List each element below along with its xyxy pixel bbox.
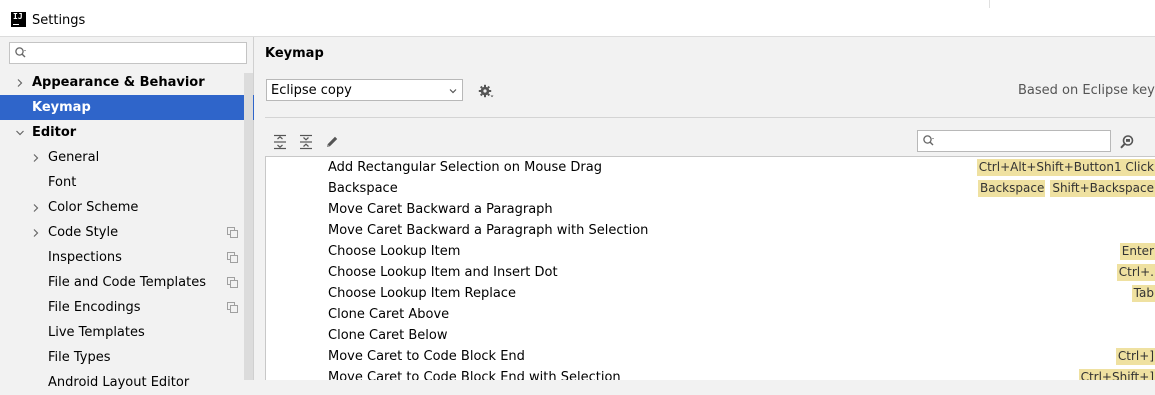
action-name: Choose Lookup Item [328,244,461,259]
table-row[interactable]: Move Caret Backward a Paragraph with Sel… [266,220,1155,241]
sidebar-item[interactable]: Editor [0,120,254,145]
page-title: Keymap [265,46,324,61]
sidebar-item[interactable]: Code Style [0,220,254,245]
sidebar-item-label: File Encodings [48,300,141,315]
chevron-down-icon[interactable] [15,128,25,138]
sidebar-item-label: File and Code Templates [48,275,206,290]
table-row[interactable]: Clone Caret Above [266,304,1155,325]
shortcut-list: Ctrl+Shift+] [1074,369,1155,380]
sidebar-item-label: Keymap [32,100,91,115]
shortcut-badge: Tab [1131,285,1155,302]
action-name: Clone Caret Below [328,328,448,343]
keymap-actions-table: Add Rectangular Selection on Mouse Drag C… [265,156,1155,380]
sidebar-item-label: Live Templates [48,325,145,340]
shortcut-list: Ctrl+] [1111,348,1155,365]
action-name: Backspace [328,181,398,196]
action-name: Move Caret Backward a Paragraph with Sel… [328,223,649,238]
sidebar-item-label: File Types [48,350,111,365]
action-name: Choose Lookup Item and Insert Dot [328,265,558,280]
shortcut-list: Ctrl+Alt+Shift+Button1 Click [972,159,1155,176]
title-bar: IJ Settings [0,0,1155,37]
sidebar-item-label: Color Scheme [48,200,139,215]
table-row[interactable]: Choose Lookup Item Enter [266,241,1155,262]
search-icon [15,47,26,58]
settings-search-input[interactable] [9,42,247,64]
collapse-all-icon[interactable] [298,134,314,150]
table-row[interactable]: Clone Caret Below [266,325,1155,346]
sidebar-item-label: Appearance & Behavior [32,75,205,90]
sidebar-item[interactable]: Color Scheme [0,195,254,220]
project-copy-icon [227,227,238,238]
shortcut-badge: Shift+Backspace [1050,180,1155,197]
sidebar-item[interactable]: File Types [0,345,254,370]
action-name: Clone Caret Above [328,307,450,322]
project-copy-icon [227,277,238,288]
action-name: Move Caret to Code Block End with Select… [328,370,621,380]
chevron-right-icon[interactable] [31,153,41,163]
action-name: Move Caret Backward a Paragraph [328,202,553,217]
settings-sidebar: Appearance & Behavior Keymap Editor General… [0,37,254,390]
keymap-filter-input[interactable] [917,130,1111,152]
sidebar-item-label: Code Style [48,225,119,240]
search-icon [923,135,934,146]
action-name: Move Caret to Code Block End [328,349,525,364]
gear-icon[interactable] [478,83,494,99]
sidebar-item[interactable]: Font [0,170,254,195]
sidebar-scrollbar[interactable] [244,73,253,380]
keymap-select-value: Eclipse copy [271,83,352,98]
window-title: Settings [32,13,86,28]
table-row[interactable]: Add Rectangular Selection on Mouse Drag C… [266,157,1155,178]
shortcut-badge: Ctrl+Alt+Shift+Button1 Click [976,159,1155,176]
sidebar-item[interactable]: Appearance & Behavior [0,70,254,95]
shortcut-list: Enter [1115,243,1155,260]
shortcut-badge: Backspace [977,180,1046,197]
sidebar-item[interactable]: General [0,145,254,170]
sidebar-item[interactable]: Inspections [0,245,254,270]
table-row[interactable]: Backspace Backspace Shift+Backspace [266,178,1155,199]
pencil-icon[interactable] [324,134,340,150]
table-row[interactable]: Move Caret to Code Block End Ctrl+] [266,346,1155,367]
intellij-idea-icon: IJ [11,12,26,27]
table-row[interactable]: Choose Lookup Item Replace Tab [266,283,1155,304]
keymap-panel: Keymap Eclipse copy Based on Eclipse key… [254,37,1155,380]
table-row[interactable]: Choose Lookup Item and Insert Dot Ctrl+. [266,262,1155,283]
sidebar-item[interactable]: Android Layout Editor [0,370,254,395]
shortcut-list: Ctrl+. [1112,264,1155,281]
shortcut-badge: Ctrl+Shift+] [1078,369,1155,380]
shortcut-badge: Ctrl+] [1115,348,1155,365]
chevron-right-icon[interactable] [31,228,41,238]
sidebar-item-label: Inspections [48,250,122,265]
sidebar-item[interactable]: Live Templates [0,320,254,345]
title-divider [989,0,990,8]
separator [265,117,1155,118]
shortcut-list: Tab [1127,285,1155,302]
chevron-right-icon[interactable] [15,78,25,88]
sidebar-item-label: Font [48,175,77,190]
based-on-label: Based on Eclipse keyma [1018,83,1155,98]
sidebar-item[interactable]: Keymap [0,95,254,120]
shortcut-badge: Ctrl+. [1116,264,1155,281]
find-by-shortcut-icon[interactable] [1119,134,1135,150]
table-row[interactable]: Move Caret to Code Block End with Select… [266,367,1155,380]
action-name: Choose Lookup Item Replace [328,286,516,301]
sidebar-item[interactable]: File and Code Templates [0,270,254,295]
chevron-right-icon[interactable] [31,203,41,213]
chevron-down-icon [449,89,457,94]
sidebar-item[interactable]: File Encodings [0,295,254,320]
shortcut-badge: Enter [1119,243,1155,260]
keymap-select[interactable]: Eclipse copy [266,79,463,101]
project-copy-icon [227,302,238,313]
sidebar-item-label: Editor [32,125,77,140]
project-copy-icon [227,252,238,263]
sidebar-item-label: Android Layout Editor [48,375,190,390]
sidebar-item-label: General [48,150,100,165]
expand-all-icon[interactable] [272,134,288,150]
shortcut-list: Backspace Shift+Backspace [973,180,1155,197]
table-row[interactable]: Move Caret Backward a Paragraph [266,199,1155,220]
action-name: Add Rectangular Selection on Mouse Drag [328,160,602,175]
